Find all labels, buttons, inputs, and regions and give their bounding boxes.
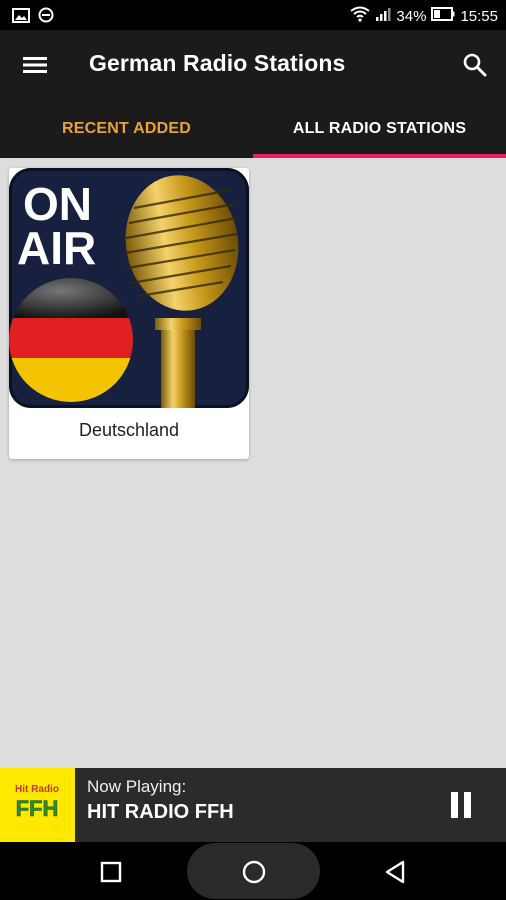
back-button[interactable] [382, 858, 410, 886]
station-artwork: ON AIR [9, 168, 249, 408]
image-notification-icon [12, 7, 30, 28]
recents-button[interactable] [98, 859, 124, 885]
clock: 15:55 [460, 7, 498, 25]
tab-all-radio-stations[interactable]: ALL RADIO STATIONS [253, 100, 506, 158]
home-circle-icon [242, 860, 266, 884]
status-bar: 34% 15:55 [0, 0, 506, 30]
page-title: German Radio Stations [89, 50, 346, 76]
now-playing-bar[interactable]: Hit Radio FFH Now Playing: HIT RADIO FFH [0, 768, 506, 842]
ffh-logo: Hit Radio FFH [0, 768, 75, 842]
station-card-deutschland[interactable]: ON AIR Deutschland [9, 168, 249, 459]
recents-square-icon [100, 861, 122, 883]
search-icon [463, 53, 487, 77]
pause-button[interactable] [446, 789, 476, 821]
tab-bar: RECENT ADDED ALL RADIO STATIONS [0, 100, 506, 158]
ffh-logo-line2: FFH [16, 796, 59, 821]
station-card-label: Deutschland [78, 420, 180, 440]
station-grid: ON AIR Deutschland [0, 158, 506, 768]
battery-text: 34% [396, 7, 427, 25]
do-not-disturb-icon [38, 7, 54, 28]
back-triangle-icon [385, 860, 405, 884]
home-button[interactable] [240, 858, 268, 886]
signal-icon [375, 6, 391, 26]
menu-button[interactable] [20, 52, 50, 78]
search-button[interactable] [460, 50, 490, 80]
pause-icon [451, 792, 471, 818]
now-playing-label: Now Playing: [87, 777, 187, 796]
ffh-logo-line1: Hit Radio [15, 784, 59, 795]
app-bar: German Radio Stations [0, 30, 506, 100]
tab-recent-added[interactable]: RECENT ADDED [0, 100, 253, 158]
battery-icon [431, 7, 455, 25]
now-playing-station-logo[interactable]: Hit Radio FFH [0, 768, 75, 842]
menu-icon [23, 57, 47, 73]
now-playing-station: HIT RADIO FFH [87, 801, 234, 823]
system-nav-bar [0, 842, 506, 900]
on-air-line2: AIR [17, 222, 96, 274]
wifi-icon [350, 6, 371, 26]
